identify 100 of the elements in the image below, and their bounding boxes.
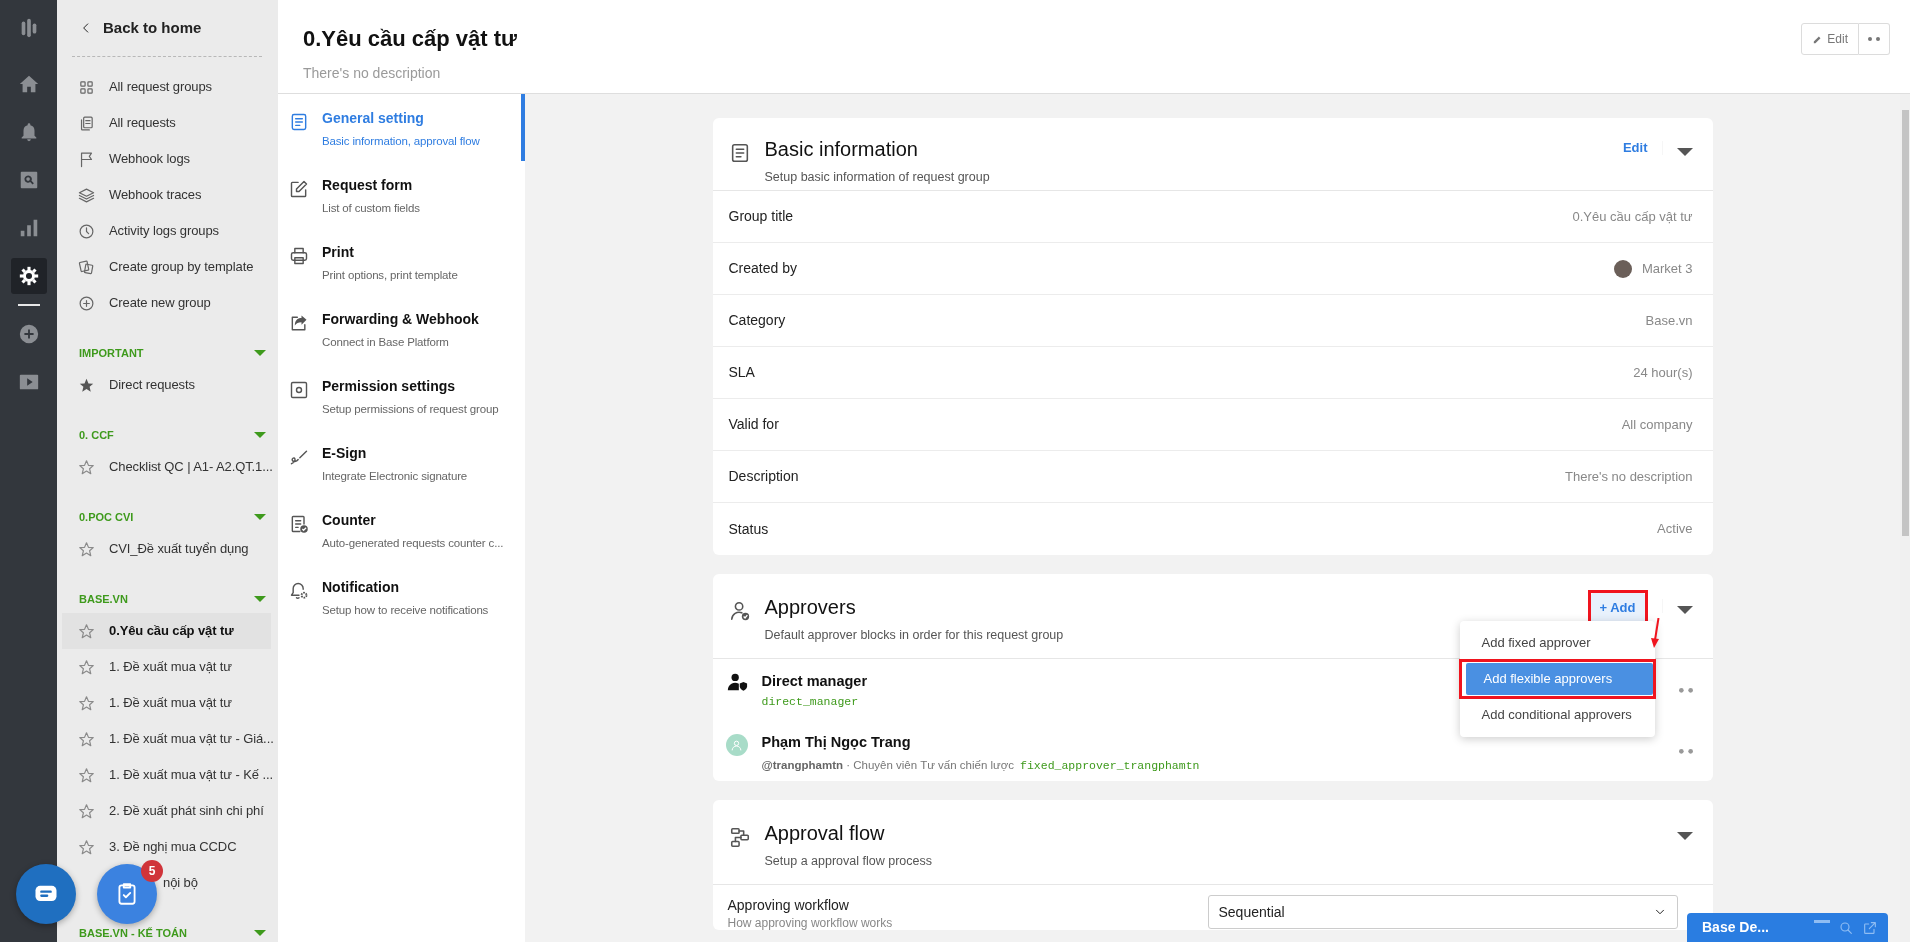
person-icon: [730, 738, 743, 752]
flow-icon: [728, 826, 751, 848]
sidebar-item[interactable]: Create new group: [57, 285, 278, 321]
person-shield-icon: [725, 671, 748, 693]
approver-details: @trangphamtn · Chuyên viên Tư vấn chiến lược: [761, 757, 1015, 773]
sidebar-item[interactable]: Checklist QC | A1- A2.QT.1...: [57, 449, 278, 485]
search-icon: [1838, 919, 1854, 936]
approver-name: Phạm Thị Ngọc Trang: [761, 733, 912, 752]
document-icon: [289, 112, 309, 132]
sidebar-item[interactable]: 1. Đề xuất mua vật tư - Kế ...: [57, 757, 278, 793]
caret-icon: [1676, 606, 1693, 615]
edit-button[interactable]: Edit: [1801, 23, 1859, 55]
sidebar-item[interactable]: 0.Yêu cầu cấp vật tư: [62, 613, 271, 649]
share-icon: [289, 313, 309, 333]
workflow-select[interactable]: Sequential: [1207, 895, 1678, 929]
gear-icon: [289, 380, 309, 400]
sidebar-item[interactable]: 1. Đề xuất mua vật tư - Giá...: [57, 721, 278, 757]
card-subtitle: Setup a approval flow process: [764, 853, 932, 870]
sidebar-item[interactable]: All requests: [57, 105, 278, 141]
back-link[interactable]: Back to home: [57, 0, 202, 56]
sidebar-item[interactable]: 1. Đề xuất mua vật tư: [57, 649, 278, 685]
field-label: Description: [728, 467, 799, 486]
caret-icon: [1676, 832, 1693, 841]
settings-icon: [17, 265, 40, 287]
sidebar-item[interactable]: CVI_Đề xuất tuyển dụng: [57, 531, 278, 567]
printer-icon: [289, 246, 309, 266]
rail-button[interactable]: [10, 258, 47, 294]
card-subtitle: Default approver blocks in order for this request group: [764, 627, 1064, 644]
documents-icon: [78, 114, 95, 132]
field-hint: How approving workflow works: [727, 916, 893, 931]
sidebar-item[interactable]: Webhook logs: [57, 141, 278, 177]
settings-tab[interactable]: E-Sign Integrate Electronic signature: [278, 429, 525, 496]
settings-tab[interactable]: Counter Auto-generated requests counter c...: [278, 496, 525, 563]
card-title: Basic information: [764, 137, 919, 162]
open-external-button[interactable]: [1862, 919, 1878, 936]
section-title: BASE.VN - KẾ TOÁN: [79, 925, 187, 941]
field-value: Active: [1657, 520, 1693, 539]
scrollbar[interactable]: [1900, 94, 1910, 942]
person-check-icon: [728, 600, 751, 622]
field-label: Category: [728, 311, 786, 330]
card-title: Approvers: [764, 595, 857, 620]
sidebar-item[interactable]: 1. Đề xuất mua vật tư: [57, 685, 278, 721]
section-title: 0. CCF: [79, 427, 114, 443]
field-label: Approving workflow: [727, 896, 850, 915]
field-label: Group title: [728, 207, 794, 226]
sidebar-item[interactable]: 2. Đề xuất phát sinh chi phí: [57, 793, 278, 829]
settings-tab[interactable]: Forwarding & Webhook Connect in Base Platform: [278, 295, 525, 362]
field-value: Market 3: [1641, 259, 1693, 278]
minimize-icon: [1814, 919, 1830, 923]
section-title: BASE.VN: [79, 591, 128, 607]
edit-link[interactable]: Edit: [1622, 138, 1648, 158]
more-icon: [1678, 748, 1693, 754]
home-icon: [17, 73, 40, 95]
sidebar-item[interactable]: Direct requests: [57, 367, 278, 403]
field-value: 24 hour(s): [1633, 363, 1693, 382]
more-button[interactable]: [1859, 23, 1890, 55]
field-label: Valid for: [728, 415, 779, 434]
external-link-icon: [1862, 919, 1878, 936]
menu-item[interactable]: Add conditional approvers: [1463, 699, 1650, 731]
sidebar-item[interactable]: Activity logs groups: [57, 213, 278, 249]
field-value: All company: [1621, 415, 1693, 434]
page-title: 0.Yêu cầu cấp vật tư: [303, 25, 518, 53]
caret-icon: [1676, 148, 1693, 157]
card-title: Approval flow: [764, 821, 886, 846]
field-label: Status: [728, 519, 769, 539]
settings-tab[interactable]: Request form List of custom fields: [278, 161, 525, 228]
avatar: [1613, 259, 1632, 278]
more-icon: [1868, 37, 1880, 41]
sidebar-item[interactable]: nội bộ: [163, 865, 198, 901]
field-label: Created by: [728, 259, 797, 278]
sidebar-item[interactable]: All request groups: [57, 69, 278, 105]
more-icon: [1678, 687, 1693, 693]
layers-icon: [78, 186, 95, 204]
page-description: There's no description: [303, 64, 442, 83]
settings-tab[interactable]: Print Print options, print template: [278, 228, 525, 295]
section-title: 0.POC CVI: [79, 509, 134, 525]
settings-tab[interactable]: Notification Setup how to receive notifications: [278, 563, 525, 630]
chat-title: Base De...: [1702, 918, 1769, 937]
clock-icon: [78, 222, 95, 240]
settings-tab[interactable]: Permission settings Setup permissions of request group: [278, 362, 525, 429]
template-icon: [78, 258, 95, 276]
signature-icon: [289, 447, 309, 467]
field-value: There's no description: [1565, 467, 1693, 486]
flag-icon: [78, 150, 95, 168]
approver-name: Direct manager: [761, 672, 868, 691]
sidebar-item[interactable]: Create group by template: [57, 249, 278, 285]
field-value: 0.Yêu cầu cấp vật tư: [1572, 207, 1693, 226]
edit-icon: [289, 179, 309, 199]
add-button[interactable]: + Add: [1590, 593, 1645, 623]
section-title: IMPORTANT: [79, 345, 144, 361]
grid-icon: [78, 78, 95, 96]
field-label: SLA: [728, 363, 755, 382]
plus-circle-icon: [78, 294, 95, 312]
sidebar-item[interactable]: Webhook traces: [57, 177, 278, 213]
card-subtitle: Setup basic information of request group: [764, 169, 990, 186]
bell-icon: [289, 581, 309, 601]
approver-code: direct_manager: [761, 693, 860, 710]
menu-item[interactable]: Add fixed approver: [1463, 627, 1609, 659]
field-value: Base.vn: [1645, 311, 1693, 330]
counter-icon: [289, 514, 309, 534]
